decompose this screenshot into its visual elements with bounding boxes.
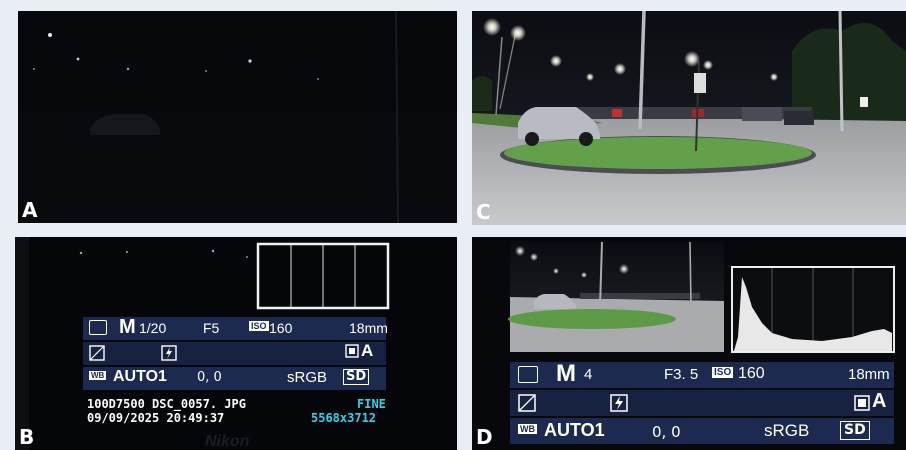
image-size: 5568x3712 [311, 411, 377, 425]
brand-watermark: Nikon [205, 433, 250, 450]
info-row-2 [83, 342, 386, 365]
color-space: sRGB [764, 421, 810, 440]
mode: M [119, 316, 136, 338]
iso-value: 160 [269, 320, 293, 336]
wb-icon: WB [518, 424, 537, 434]
exposure-comp-icon [89, 345, 105, 365]
info-row-2 [510, 390, 894, 416]
metering-icon [89, 320, 107, 335]
panel-c-processed-photo: C [472, 11, 906, 225]
iso-icon: ISO [712, 367, 734, 378]
flash-comp-icon [610, 394, 628, 416]
color-space: sRGB [287, 369, 328, 386]
exposure-comp-icon [518, 394, 536, 416]
iso-icon: ISO [249, 321, 269, 331]
flash-comp-icon [161, 345, 177, 365]
picture-control: SD [343, 369, 370, 385]
focal-length: 18mm [848, 366, 890, 383]
metering-icon [518, 366, 538, 383]
shutter-speed: 1/20 [139, 320, 167, 336]
white-balance: AUTO1 [544, 420, 605, 440]
picture-control: SD [840, 421, 870, 440]
panel-b-camera-lcd: M 1/20 F5 ISO 160 18mm A WB AUTO1 0, 0 s… [15, 237, 457, 450]
exposure-comp-value: 0, 0 [652, 423, 681, 441]
thumbnail-photo [508, 241, 724, 352]
panel-b-label: B [19, 425, 35, 449]
focal-length: 18mm [349, 320, 388, 336]
mode: M [556, 360, 576, 387]
histogram [731, 266, 895, 353]
date-time: 09/09/2025 20:49:37 [87, 411, 225, 425]
active-d-lighting-value: A [361, 341, 374, 360]
panel-d-label: D [476, 425, 493, 449]
active-d-lighting-value: A [872, 390, 887, 412]
active-d-lighting-icon [345, 344, 359, 361]
panel-a-dark-photo: A [18, 11, 457, 223]
iso-value: 160 [738, 365, 765, 382]
active-d-lighting-icon [854, 395, 870, 415]
aperture: F5 [203, 320, 220, 336]
white-balance: AUTO1 [113, 368, 167, 385]
image-quality: FINE [357, 397, 386, 411]
panel-c-label: C [476, 200, 491, 224]
shutter-speed: 4 [584, 366, 593, 383]
wb-icon: WB [89, 371, 107, 380]
exposure-comp-value: 0, 0 [197, 370, 222, 385]
folder-file-name: 100D7500 DSC_0057. JPG [87, 397, 246, 411]
aperture: F3. 5 [664, 366, 699, 383]
panel-d-camera-lcd: M 4 F3. 5 ISO 160 18mm A WB AUTO1 0, 0 s… [472, 237, 906, 450]
parking-lot-scene [472, 11, 906, 225]
dark-night-scene [18, 11, 457, 223]
panel-a-label: A [22, 198, 38, 222]
